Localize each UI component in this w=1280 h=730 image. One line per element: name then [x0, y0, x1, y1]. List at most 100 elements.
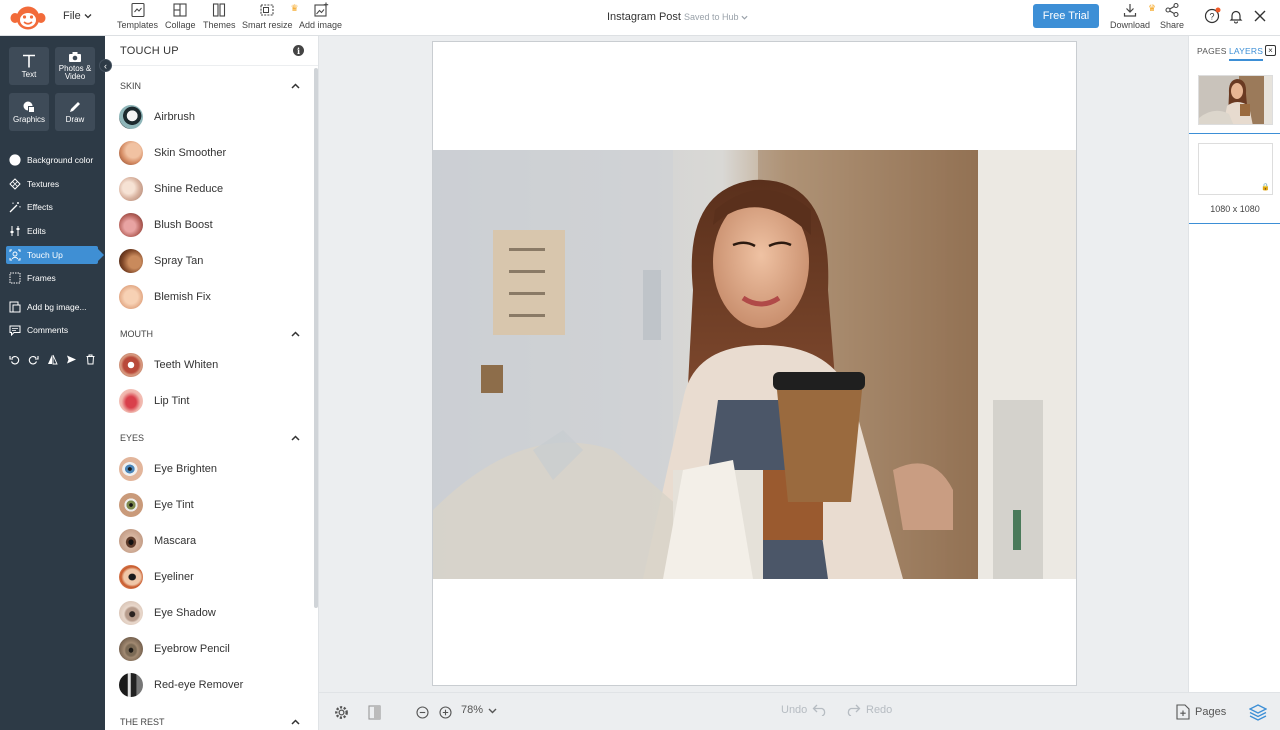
redo-button[interactable]: Redo [845, 704, 892, 716]
effect-red-eye-remover[interactable]: Red-eye Remover [119, 672, 299, 698]
tab-layers[interactable]: LAYERS [1229, 46, 1264, 61]
touch-up-icon [9, 249, 21, 261]
eye-tint-thumbnail [119, 493, 143, 517]
templates-button[interactable]: Templates [117, 2, 158, 30]
rail-item-frames[interactable]: Frames [6, 269, 98, 287]
draw-button[interactable]: Draw [55, 93, 95, 131]
tab-pages[interactable]: PAGES [1197, 46, 1227, 56]
blemish-fix-thumbnail [119, 285, 143, 309]
rail-item-textures[interactable]: Textures [6, 175, 98, 193]
photo-layer[interactable] [433, 150, 1076, 579]
skin-smoother-thumbnail [119, 141, 143, 165]
section-mouth-header[interactable]: MOUTH [120, 327, 300, 341]
panel-scrollbar[interactable] [314, 68, 318, 608]
settings-gear-icon[interactable] [333, 704, 350, 721]
layers-stack-icon[interactable] [1249, 704, 1267, 721]
effect-eyebrow-pencil[interactable]: Eyebrow Pencil [119, 636, 299, 662]
effect-teeth-whiten[interactable]: Teeth Whiten [119, 352, 299, 378]
zoom-level-select[interactable]: 78% [461, 704, 497, 716]
redo-arrow-icon [847, 704, 861, 716]
undo-button[interactable]: Undo [781, 704, 828, 716]
text-icon [23, 54, 35, 68]
help-icon[interactable]: ? [1203, 7, 1221, 25]
layer-thumbnail [1198, 75, 1273, 125]
panel-header: TOUCH UP i [105, 36, 318, 66]
rail-item-label: Comments [27, 325, 69, 335]
send-icon[interactable] [66, 354, 77, 365]
section-the-rest-header[interactable]: THE REST [120, 715, 300, 729]
mascara-thumbnail [119, 529, 143, 553]
layer-thumbnail: 🔒 [1198, 143, 1273, 195]
chevron-up-icon [291, 330, 300, 337]
file-menu[interactable]: File [63, 10, 92, 22]
rail-item-add-bg-image[interactable]: Add bg image... [6, 298, 98, 316]
effect-skin-smoother[interactable]: Skin Smoother [119, 140, 299, 166]
frames-icon [9, 272, 21, 284]
zoom-in-icon[interactable] [439, 706, 452, 719]
redo-icon[interactable] [28, 354, 39, 365]
effect-lip-tint[interactable]: Lip Tint [119, 388, 299, 414]
free-trial-button[interactable]: Free Trial [1033, 4, 1099, 28]
photos-video-button[interactable]: Photos & Video [55, 47, 95, 85]
section-title: EYES [120, 433, 145, 443]
effect-label: Teeth Whiten [154, 359, 219, 371]
effect-eye-tint[interactable]: Eye Tint [119, 492, 299, 518]
rail-actions [9, 354, 96, 365]
effect-label: Eye Shadow [154, 607, 216, 619]
graphics-button[interactable]: Graphics [9, 93, 49, 131]
effect-spray-tan[interactable]: Spray Tan [119, 248, 299, 274]
close-panel-icon[interactable]: × [1265, 45, 1276, 56]
share-icon [1165, 2, 1179, 18]
design-page[interactable] [432, 41, 1077, 686]
bell-icon[interactable] [1227, 7, 1245, 25]
templates-icon [130, 2, 145, 18]
effect-eye-shadow[interactable]: Eye Shadow [119, 600, 299, 626]
edits-icon [9, 225, 21, 237]
undo-icon[interactable] [9, 354, 20, 365]
rail-item-edits[interactable]: Edits [6, 222, 98, 240]
bleed-toggle-icon[interactable] [368, 705, 382, 720]
layer-item-background[interactable]: 🔒 1080 x 1080 [1189, 136, 1280, 224]
rail-item-effects[interactable]: Effects [6, 198, 98, 216]
text-tool-button[interactable]: Text [9, 47, 49, 85]
effect-airbrush[interactable]: Airbrush [119, 104, 299, 130]
effect-eye-brighten[interactable]: Eye Brighten [119, 456, 299, 482]
share-button[interactable]: Share [1160, 2, 1184, 30]
rail-item-touch-up[interactable]: Touch Up [6, 246, 104, 264]
effect-blush-boost[interactable]: Blush Boost [119, 212, 299, 238]
add-page-icon [1176, 704, 1190, 720]
flip-icon[interactable] [47, 354, 58, 365]
smart-resize-button[interactable]: ♛ Smart resize [242, 2, 299, 30]
zoom-out-icon[interactable] [416, 706, 429, 719]
trash-icon[interactable] [85, 354, 96, 365]
pages-button[interactable]: Pages [1176, 704, 1226, 720]
document-title[interactable]: Instagram Post [607, 11, 681, 23]
collapse-panel-button[interactable]: ‹ [99, 59, 112, 72]
rail-item-background-color[interactable]: Background color [6, 151, 98, 169]
layer-item-photo[interactable] [1189, 66, 1280, 134]
lip-tint-thumbnail [119, 389, 143, 413]
effect-label: Skin Smoother [154, 147, 227, 159]
effect-shine-reduce[interactable]: Shine Reduce [119, 176, 299, 202]
close-icon[interactable] [1251, 7, 1269, 25]
rail-item-comments[interactable]: Comments [6, 321, 98, 339]
share-label: Share [1160, 20, 1185, 30]
add-image-button[interactable]: Add image [299, 2, 342, 30]
effect-label: Spray Tan [154, 255, 204, 267]
section-skin-header[interactable]: SKIN [120, 79, 300, 93]
collage-button[interactable]: Collage [165, 2, 196, 30]
download-button[interactable]: ♛ Download [1110, 2, 1156, 30]
chevron-down-icon [488, 708, 497, 713]
effect-eyeliner[interactable]: Eyeliner [119, 564, 299, 590]
themes-button[interactable]: Themes [203, 2, 236, 30]
save-status[interactable]: Saved to Hub [684, 12, 748, 22]
pen-icon [70, 101, 80, 112]
templates-label: Templates [117, 20, 159, 30]
section-title: THE REST [120, 717, 165, 727]
download-label: Download [1110, 20, 1151, 30]
info-icon[interactable]: i [293, 45, 304, 56]
effect-blemish-fix[interactable]: Blemish Fix [119, 284, 299, 310]
picmonkey-logo-icon[interactable] [10, 5, 46, 31]
section-eyes-header[interactable]: EYES [120, 431, 300, 445]
effect-mascara[interactable]: Mascara [119, 528, 299, 554]
